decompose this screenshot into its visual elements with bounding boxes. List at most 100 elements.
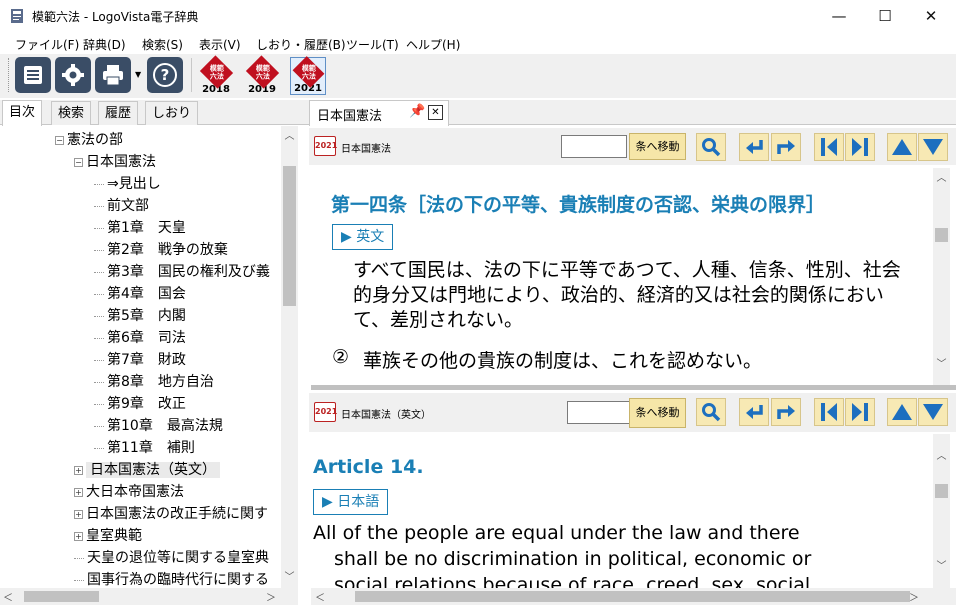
tree-connector [94,315,104,317]
tree-node[interactable]: 第7章 財政 [94,349,186,371]
tree-node[interactable]: 第1章 天皇 [94,217,186,239]
pin-icon[interactable]: 📌 [409,104,425,119]
scroll-down-button[interactable] [918,398,948,426]
tree-node[interactable]: 国事行為の臨時代行に関する [74,569,269,588]
scroll-up-icon[interactable]: ︿ [933,448,950,465]
article-number-input[interactable] [561,135,627,158]
scroll-up-button[interactable] [887,398,917,426]
tree-node[interactable]: 前文部 [94,195,149,217]
tree-node[interactable]: + 日本国憲法（英文） [74,459,220,481]
tab-document[interactable]: 日本国憲法 📌 ✕ [309,100,449,126]
back-button[interactable] [739,398,769,426]
menu-bookmarks-history[interactable]: しおり・履歴(B) [256,36,346,53]
print-button[interactable] [95,57,131,93]
next-article-button[interactable] [845,133,875,161]
menu-help[interactable]: ヘルプ(H) [406,36,460,53]
tree-node[interactable]: 第6章 司法 [94,327,186,349]
scroll-left-icon[interactable]: ＜ [315,589,325,604]
edition-2021-button[interactable]: 模範 六法 2021 [290,56,326,95]
edition-2018-button[interactable]: 模範 六法 2018 [198,55,234,95]
tree-node[interactable]: + 大日本帝国憲法 [74,481,184,503]
tree-node[interactable]: 第10章 最高法規 [94,415,223,437]
expand-icon[interactable]: + [74,465,83,475]
settings-button[interactable] [55,57,91,93]
menu-file[interactable]: ファイル(F) [15,36,79,53]
jump-to-article-button[interactable]: 条へ移動 [629,133,686,160]
pane-splitter[interactable] [311,385,956,390]
forward-arrow-icon [777,140,795,154]
menu-tools[interactable]: ツール(T) [346,36,399,53]
scroll-down-button[interactable] [918,133,948,161]
forward-button[interactable] [771,133,801,161]
help-button[interactable]: ? [147,57,183,93]
tree-node[interactable]: + 日本国憲法の改正手続に関す [74,503,268,525]
scroll-left-icon[interactable]: ＜ [3,589,13,604]
tree-node[interactable]: 第8章 地方自治 [94,371,214,393]
scroll-right-icon[interactable]: ＞ [266,589,276,604]
tab-search[interactable]: 検索 [51,101,92,125]
scroll-down-icon[interactable]: ﹀ [933,558,950,575]
scroll-down-icon[interactable]: ﹀ [933,356,950,373]
bottom-pane-scrollbar[interactable]: ︿ ﹀ [933,434,950,588]
tree-node-label: 憲法の部 [67,132,123,148]
scroll-up-icon[interactable]: ︿ [933,170,950,187]
tree-node[interactable]: − 憲法の部 [55,129,123,151]
menu-search[interactable]: 検索(S) [142,36,183,53]
back-button[interactable] [739,133,769,161]
tree-node[interactable]: 第5章 内閣 [94,305,186,327]
print-dropdown-icon[interactable]: ▼ [135,70,141,79]
expand-icon[interactable]: + [74,509,83,519]
tab-history[interactable]: 履歴 [98,101,139,125]
tree-node[interactable]: 天皇の退位等に関する皇室典 [74,547,269,569]
tree-node[interactable]: − 日本国憲法 [74,151,156,173]
scroll-thumb[interactable] [283,166,296,306]
article-number-input[interactable] [567,401,633,424]
tree-horizontal-scrollbar[interactable]: ＜ ＞ [0,588,298,605]
edition-2019-button[interactable]: 模範 六法 2019 [244,55,280,95]
jump-to-article-button[interactable]: 条へ移動 [629,398,686,428]
previous-article-button[interactable] [814,398,844,426]
collapse-icon[interactable]: − [55,135,64,145]
menu-dictionary[interactable]: 辞典(D) [83,36,126,53]
japanese-toggle-button[interactable]: ▶ 日本語 [313,489,389,515]
scroll-thumb[interactable] [24,591,99,602]
scroll-up-icon[interactable]: ︿ [281,128,298,145]
menu-view[interactable]: 表示(V) [199,36,241,53]
scroll-thumb[interactable] [935,228,948,242]
close-button[interactable]: ✕ [908,0,954,32]
expand-icon[interactable]: + [74,531,83,541]
search-button[interactable] [696,398,726,426]
scroll-thumb[interactable] [935,484,948,498]
english-toggle-button[interactable]: ▶ 英文 [332,224,394,250]
forward-button[interactable] [771,398,801,426]
search-button[interactable] [696,133,726,161]
tree-node-label: 日本国憲法 [86,154,156,170]
collapse-icon[interactable]: − [74,157,83,167]
triangle-up-icon [892,139,912,155]
scroll-thumb[interactable] [355,591,910,602]
tab-bookmarks[interactable]: しおり [145,101,199,125]
scroll-right-icon[interactable]: ＞ [909,589,919,604]
scroll-up-button[interactable] [887,133,917,161]
tree-node[interactable]: 第3章 国民の権利及び義 [94,261,270,283]
tree-node[interactable]: 第4章 国会 [94,283,186,305]
tab-contents[interactable]: 目次 [2,100,43,126]
tree-node[interactable]: 第11章 補則 [94,437,195,459]
maximize-button[interactable]: ☐ [862,0,908,32]
dictionary-list-button[interactable] [15,57,51,93]
scroll-down-icon[interactable]: ﹀ [281,569,298,586]
previous-article-button[interactable] [814,133,844,161]
tree-node[interactable]: + 皇室典範 [74,525,142,547]
expand-icon[interactable]: + [74,487,83,497]
tree-node-label: 第5章 内閣 [107,308,186,324]
tree-node[interactable]: 第9章 改正 [94,393,186,415]
tree-node[interactable]: ⇒見出し [94,173,161,195]
tree-vertical-scrollbar[interactable]: ︿ ﹀ [281,126,298,588]
minimize-button[interactable]: — [816,0,862,32]
next-article-button[interactable] [845,398,875,426]
bottom-horizontal-scrollbar[interactable]: ＜ ＞ [311,588,956,605]
tree-node[interactable]: 第2章 戦争の放棄 [94,239,228,261]
window-title: 模範六法 - LogoVista電子辞典 [32,10,199,24]
close-tab-icon[interactable]: ✕ [428,105,443,120]
top-pane-scrollbar[interactable]: ︿ ﹀ [933,168,950,385]
